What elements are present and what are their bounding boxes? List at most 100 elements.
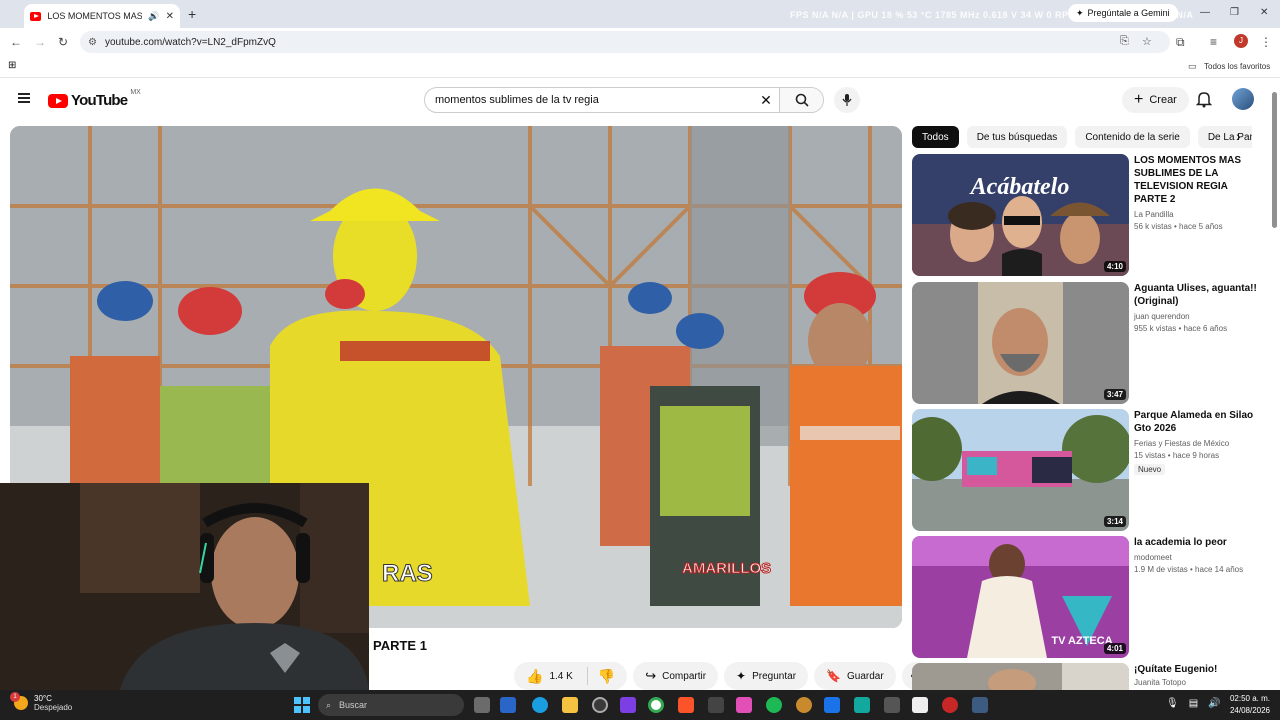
like-count: 1.4 K (549, 670, 573, 682)
video-info: LOS MOMENTOS MAS SUBLIMES DE LA TELEVISI… (1134, 154, 1258, 231)
edge-icon[interactable] (532, 697, 548, 713)
close-window-icon[interactable]: ✕ (1260, 7, 1268, 18)
weather-widget[interactable]: 1 30°C Despejado (10, 692, 72, 712)
new-tab-button[interactable]: + (188, 6, 196, 22)
create-button[interactable]: + Crear (1122, 87, 1189, 113)
app-icon-f[interactable] (912, 697, 928, 713)
video-title[interactable]: Parque Alameda en Silao Gto 2026 (1134, 409, 1258, 435)
user-avatar[interactable] (1232, 88, 1254, 110)
video-thumbnail[interactable]: Acábatelo 4:10 (912, 154, 1129, 276)
video-title[interactable]: ¡Quítate Eugenio! (1134, 663, 1252, 676)
share-button[interactable]: ↪ Compartir (633, 662, 719, 690)
like-button[interactable]: 👍 1.4 K 👎 (514, 662, 628, 690)
chevron-right-icon[interactable]: › (1236, 128, 1241, 144)
recommendation-item[interactable]: TV AZTECA 4:01 la academia lo peor modom… (912, 536, 1252, 658)
share-icon: ↪ (645, 668, 657, 683)
duration-badge: 3:14 (1103, 516, 1126, 527)
more-menu-icon[interactable]: ⋮ (1260, 35, 1272, 49)
network-icon[interactable]: ▤ (1189, 698, 1198, 709)
new-badge: Nuevo (1134, 464, 1166, 475)
minimize-icon[interactable]: — (1200, 7, 1210, 18)
youtube-favicon-icon (30, 11, 42, 21)
windows-taskbar: 1 30°C Despejado ⌕ Buscar 🎙 ▤ 🔊 02:50 a.… (0, 690, 1280, 720)
apps-grid-icon[interactable]: ⊞ (8, 60, 16, 71)
video-meta: 1.9 M de vistas • hace 14 años (1134, 565, 1244, 574)
channel-name[interactable]: juan querendon (1134, 312, 1258, 321)
video-title[interactable]: la academia lo peor (1134, 536, 1258, 549)
app-icon-b[interactable] (736, 697, 752, 713)
taskbar-clock[interactable]: 02:50 a. m. 24/08/2026 (1220, 693, 1270, 717)
microphone-tray-icon[interactable]: 🎙 (1166, 698, 1179, 709)
chip-from-searches[interactable]: De tus búsquedas (966, 126, 1068, 148)
close-tab-icon[interactable]: ✕ (166, 11, 174, 22)
bookmark-star-icon[interactable]: ☆ (1142, 35, 1152, 48)
recommendation-item[interactable]: Acábatelo 4:10 LOS MOMENTOS MAS SUBLIMES… (912, 154, 1252, 276)
media-icon[interactable]: ≡ (1210, 35, 1217, 49)
video-thumbnail[interactable]: TV AZTECA 4:01 (912, 536, 1129, 658)
start-button[interactable] (294, 697, 310, 713)
app-icon-c[interactable] (796, 697, 812, 713)
restore-icon[interactable]: ❐ (1230, 7, 1239, 18)
video-overlay-left: RAS (382, 560, 433, 587)
chrome-icon[interactable] (648, 697, 664, 713)
thumbnail-text: Acábatelo (969, 174, 1070, 200)
chrome-profile-avatar[interactable]: J (1234, 34, 1248, 48)
app-icon-d[interactable] (854, 697, 870, 713)
search-button[interactable] (779, 88, 823, 112)
video-thumbnail[interactable]: 3:47 (912, 282, 1129, 404)
app-icon-h[interactable] (972, 697, 988, 713)
widgets-icon[interactable] (500, 697, 516, 713)
recommendation-item[interactable]: 3:47 Aguanta Ulises, aguanta!! (Original… (912, 282, 1257, 404)
task-view-icon[interactable] (474, 697, 490, 713)
app-icon-e[interactable] (884, 697, 900, 713)
all-bookmarks-link[interactable]: Todos los favoritos (1204, 62, 1270, 71)
reload-icon[interactable]: ↻ (58, 35, 68, 49)
hamburger-menu-icon[interactable] (18, 93, 30, 103)
video-thumbnail[interactable] (912, 663, 1129, 690)
chip-series-content[interactable]: Contenido de la serie (1075, 126, 1190, 148)
speaker-icon[interactable]: 🔊 (148, 11, 159, 22)
region-label: MX (130, 89, 141, 96)
channel-name[interactable]: Juanita Totopo (1134, 678, 1252, 687)
steam-icon[interactable] (592, 697, 608, 713)
weather-sun-icon: 1 (10, 692, 28, 710)
taskbar-search[interactable]: ⌕ Buscar (318, 694, 464, 716)
clear-search-icon[interactable]: ✕ (753, 92, 779, 109)
video-thumbnail[interactable]: 3:14 (912, 409, 1129, 531)
voice-search-button[interactable] (834, 87, 860, 113)
brave-icon[interactable] (678, 697, 694, 713)
save-button[interactable]: 🔖 Guardar (814, 662, 896, 690)
channel-name[interactable]: La Pandilla (1134, 210, 1258, 219)
file-explorer-icon[interactable] (562, 697, 578, 713)
app-icon-a[interactable] (708, 697, 724, 713)
twitch-icon[interactable] (620, 697, 636, 713)
notifications-bell-icon[interactable] (1196, 90, 1212, 108)
video-title[interactable]: LOS MOMENTOS MAS SUBLIMES DE LA TELEVISI… (1134, 154, 1258, 206)
app-icon-g[interactable] (942, 697, 958, 713)
recommendation-item[interactable]: ¡Quítate Eugenio! Juanita Totopo (912, 663, 1252, 690)
chip-la-pandilla[interactable]: De La Pandilla (1197, 126, 1252, 148)
channel-name[interactable]: Ferias y Fiestas de México (1134, 439, 1258, 448)
browser-tab[interactable]: LOS MOMENTOS MAS SUB 🔊 ✕ (24, 4, 180, 28)
mail-icon[interactable] (824, 697, 840, 713)
gemini-button[interactable]: ✦ Pregúntale a Gemini (1068, 4, 1178, 22)
channel-name[interactable]: modomeet (1134, 553, 1258, 562)
address-bar[interactable]: ⚙ youtube.com/watch?v=LN2_dFpmZvQ ⎘ ☆ (80, 31, 1170, 53)
video-title: PARTE 1 (373, 638, 427, 653)
chip-todos[interactable]: Todos (912, 126, 959, 148)
recommendation-item[interactable]: 3:14 Parque Alameda en Silao Gto 2026 Fe… (912, 409, 1253, 531)
forward-icon[interactable]: → (34, 35, 46, 49)
page-scrollbar[interactable] (1272, 92, 1277, 228)
volume-icon[interactable]: 🔊 (1208, 698, 1220, 709)
site-info-icon[interactable]: ⚙ (88, 37, 97, 48)
search-input[interactable]: momentos sublimes de la tv regia (425, 94, 753, 106)
url-text[interactable]: youtube.com/watch?v=LN2_dFpmZvQ (105, 37, 276, 48)
ask-button[interactable]: ✦ Preguntar (724, 662, 809, 690)
install-icon[interactable]: ⎘ (1120, 35, 1129, 48)
video-title[interactable]: Aguanta Ulises, aguanta!! (Original) (1134, 282, 1258, 308)
dislike-icon[interactable]: 👎 (598, 668, 615, 685)
extensions-icon[interactable]: ⧉ (1176, 35, 1185, 50)
back-icon[interactable]: ← (10, 35, 22, 49)
youtube-logo[interactable]: YouTube MX (48, 89, 141, 109)
spotify-icon[interactable] (766, 697, 782, 713)
